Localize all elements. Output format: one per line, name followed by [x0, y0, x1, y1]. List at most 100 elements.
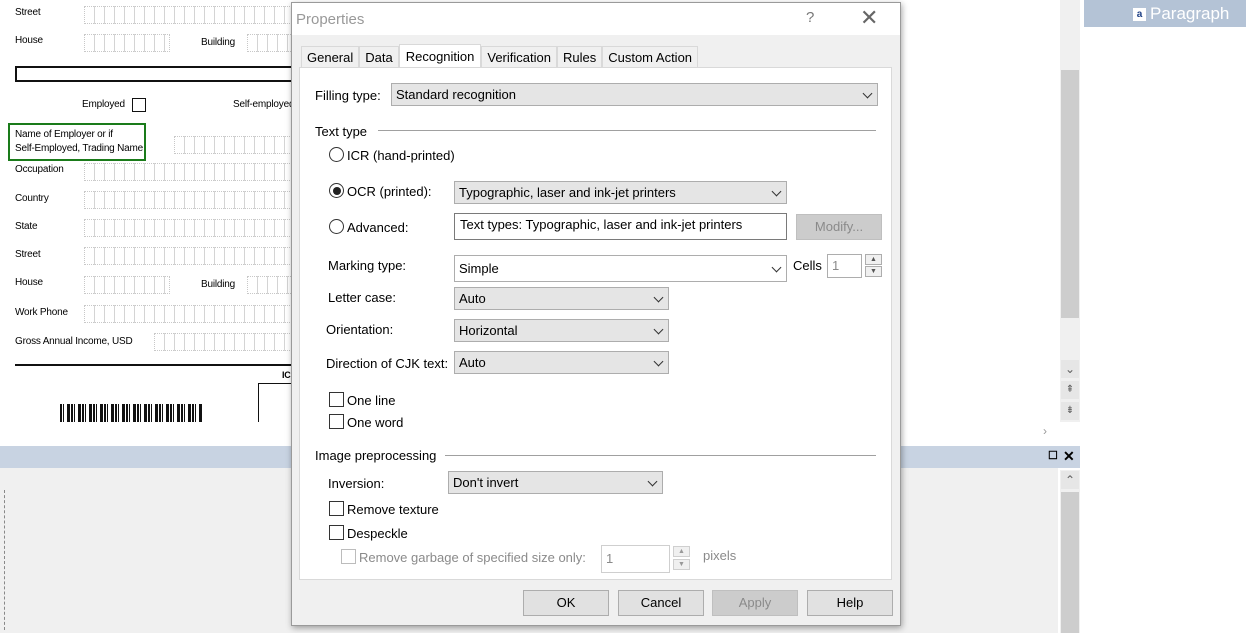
label-building-2: Building	[201, 279, 235, 290]
cells-label: Cells	[793, 258, 822, 273]
ocr-type-value: Typographic, laser and ink-jet printers	[459, 185, 676, 200]
cancel-button[interactable]: Cancel	[618, 590, 704, 616]
field-building	[247, 34, 292, 52]
label-employer-line1: Name of Employer or if	[15, 129, 113, 140]
remove-garbage-checkbox[interactable]	[341, 549, 356, 564]
text-type-group-label: Text type	[315, 124, 368, 139]
bottom-pane-dashed-guide	[4, 490, 5, 630]
label-employer-line2: Self-Employed, Trading Name	[15, 143, 143, 154]
advanced-label: Advanced:	[347, 220, 409, 235]
remove-garbage-label: Remove garbage of specified size only:	[359, 550, 586, 565]
cjk-direction-label: Direction of CJK text:	[326, 356, 449, 371]
garbage-size-down-icon[interactable]: ▼	[673, 559, 690, 570]
field-occupation	[84, 163, 292, 181]
help-button[interactable]: Help	[807, 590, 893, 616]
scroll-right-icon[interactable]: ›	[1043, 424, 1047, 438]
barcode-image	[60, 404, 202, 422]
cells-up-icon[interactable]: ▲	[865, 254, 882, 265]
marking-type-label: Marking type:	[328, 258, 407, 273]
despeckle-checkbox[interactable]	[329, 525, 344, 540]
despeckle-label: Despeckle	[347, 526, 408, 541]
advanced-text-types-field[interactable]: Text types: Typographic, laser and ink-j…	[454, 213, 787, 240]
letter-case-dropdown[interactable]: Auto	[454, 287, 669, 310]
label-house-2: House	[15, 277, 43, 288]
image-preprocessing-group-line	[445, 455, 876, 456]
one-line-checkbox[interactable]	[329, 392, 344, 407]
label-state: State	[15, 221, 38, 232]
label-house: House	[15, 35, 43, 46]
remove-texture-checkbox[interactable]	[329, 501, 344, 516]
tab-general[interactable]: General	[301, 46, 360, 68]
tab-data[interactable]: Data	[359, 46, 399, 68]
maximize-pane-icon[interactable]: ☐	[1048, 449, 1058, 462]
marking-type-dropdown[interactable]: Simple	[454, 255, 787, 282]
apply-button[interactable]: Apply	[712, 590, 798, 616]
field-employer	[174, 136, 292, 154]
close-pane-icon[interactable]: ✕	[1063, 448, 1075, 465]
one-word-checkbox[interactable]	[329, 414, 344, 429]
bottom-scrollbar-thumb[interactable]	[1061, 492, 1079, 633]
close-icon[interactable]: ✕	[860, 6, 878, 30]
chevron-down-icon	[771, 186, 782, 197]
label-employed: Employed	[82, 99, 125, 110]
ocr-radio[interactable]	[329, 183, 344, 198]
ocr-label: OCR (printed):	[347, 184, 432, 199]
label-street: Street	[15, 7, 41, 18]
icr-radio[interactable]	[329, 147, 344, 162]
filling-type-label: Filling type:	[315, 88, 381, 103]
dialog-title: Properties	[296, 11, 365, 28]
label-country: Country	[15, 193, 49, 204]
icr-label: ICR (hand-printed)	[347, 148, 455, 163]
dialog-titlebar[interactable]: Properties ? ✕	[292, 3, 900, 35]
tab-rules[interactable]: Rules	[556, 46, 603, 68]
cells-spinner-field[interactable]: 1	[827, 254, 862, 278]
cjk-direction-dropdown[interactable]: Auto	[454, 351, 669, 374]
form-document: Street House Building Employed Self-empl…	[0, 0, 292, 422]
filling-type-value: Standard recognition	[396, 87, 516, 102]
ocr-type-dropdown[interactable]: Typographic, laser and ink-jet printers	[454, 181, 787, 204]
page-down-icon[interactable]: ⇟	[1061, 402, 1079, 420]
chevron-down-icon	[647, 476, 658, 487]
field-work-phone	[84, 305, 292, 323]
marking-type-value: Simple	[459, 261, 499, 276]
scrollbar-thumb[interactable]	[1061, 70, 1079, 318]
tab-custom-action[interactable]: Custom Action	[602, 46, 699, 68]
right-pane	[1082, 0, 1246, 633]
label-occupation: Occupation	[15, 164, 64, 175]
scroll-down-icon[interactable]: ⌄	[1061, 360, 1079, 378]
orientation-dropdown[interactable]: Horizontal	[454, 319, 669, 342]
field-street	[84, 6, 292, 24]
filling-type-dropdown[interactable]: Standard recognition	[391, 83, 878, 106]
form-field-box	[15, 66, 292, 82]
paragraph-label-group[interactable]: a Paragraph	[1133, 4, 1229, 24]
scroll-up-icon[interactable]: ⌃	[1061, 471, 1079, 489]
inversion-dropdown[interactable]: Don't invert	[448, 471, 663, 494]
tab-verification[interactable]: Verification	[481, 46, 557, 68]
text-block-icon: a	[1133, 7, 1146, 21]
label-self-employed: Self-employed	[233, 99, 292, 110]
help-icon[interactable]: ?	[806, 9, 814, 26]
modify-button[interactable]: Modify...	[796, 214, 882, 240]
inversion-label: Inversion:	[328, 476, 385, 491]
field-house	[84, 34, 170, 52]
label-ic: IC	[282, 370, 291, 380]
tab-bar: General Data Recognition Verification Ru…	[301, 44, 699, 69]
orientation-label: Orientation:	[326, 322, 394, 337]
garbage-size-field[interactable]: 1	[601, 545, 670, 573]
label-street-2: Street	[15, 249, 41, 260]
ok-button[interactable]: OK	[523, 590, 609, 616]
text-type-group-line	[378, 130, 876, 131]
checkbox-employed	[132, 98, 146, 112]
advanced-radio[interactable]	[329, 219, 344, 234]
recognition-panel: Filling type: Standard recognition Text …	[299, 67, 892, 580]
app-window: Street House Building Employed Self-empl…	[0, 0, 1246, 633]
tab-recognition[interactable]: Recognition	[398, 44, 482, 68]
chevron-down-icon	[653, 292, 664, 303]
chevron-down-icon	[862, 88, 873, 99]
form-divider	[15, 364, 292, 366]
field-street-2	[84, 247, 292, 265]
cells-down-icon[interactable]: ▼	[865, 266, 882, 277]
field-state	[84, 219, 292, 237]
page-up-icon[interactable]: ⇞	[1061, 381, 1079, 399]
garbage-size-up-icon[interactable]: ▲	[673, 546, 690, 557]
